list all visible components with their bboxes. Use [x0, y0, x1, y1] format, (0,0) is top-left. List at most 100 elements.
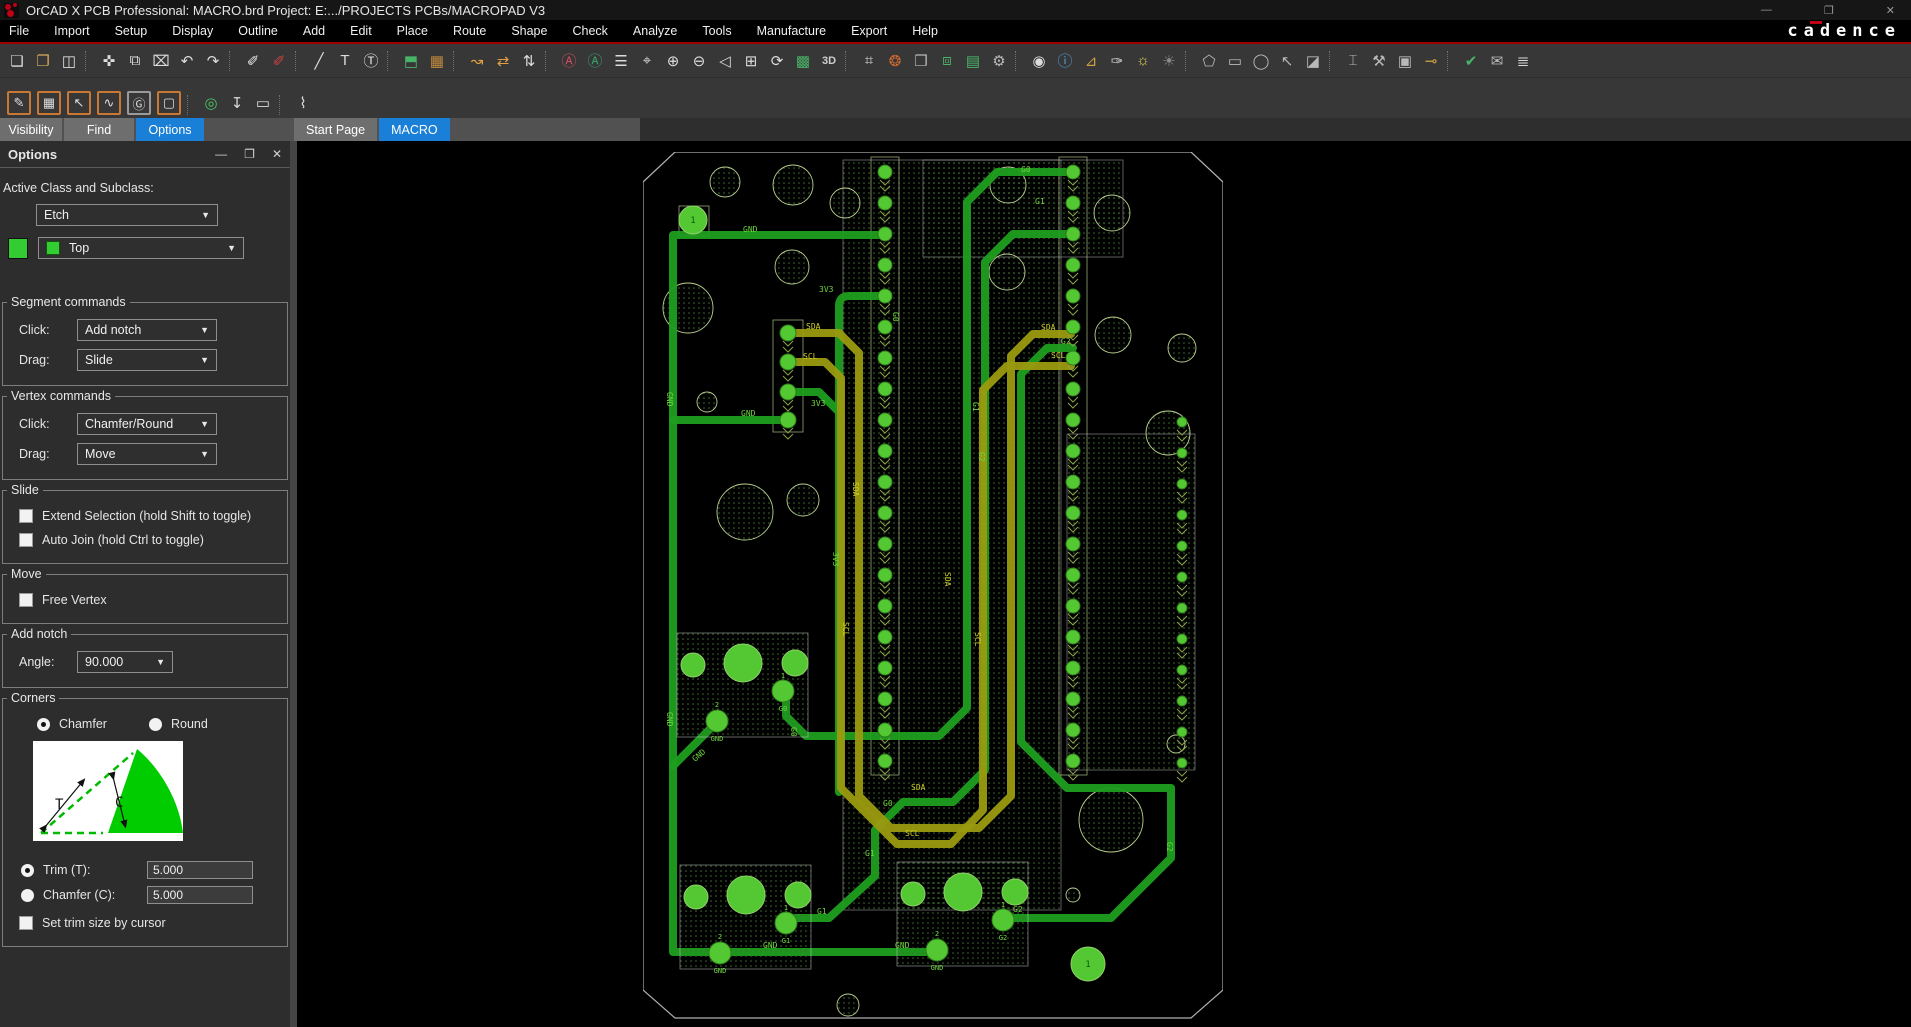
design-info-icon[interactable]: ⓘ	[1052, 49, 1078, 73]
route-connect-icon[interactable]: ↝	[464, 49, 490, 73]
ruler-icon[interactable]: ▭	[250, 91, 276, 115]
extend-selection-checkbox[interactable]	[19, 509, 33, 523]
zoom-out-icon[interactable]: ⊖	[686, 49, 712, 73]
net-list-icon[interactable]: ☰	[608, 49, 634, 73]
tab-macro[interactable]: MACRO	[379, 118, 450, 141]
panel-minimize-icon[interactable]: —	[215, 147, 227, 161]
design-canvas[interactable]: 111G02GND1G12GND1G22GNDGNDGNDGNDGNDGNDGN…	[297, 141, 1911, 1027]
segment-drag-dropdown[interactable]: Slide▼	[77, 349, 217, 371]
artwork-icon[interactable]: ✑	[1104, 49, 1130, 73]
add-line-icon[interactable]: ╱	[306, 49, 332, 73]
undo-icon[interactable]: ↶	[174, 49, 200, 73]
menu-item-setup[interactable]: Setup	[115, 24, 148, 38]
menu-item-check[interactable]: Check	[572, 24, 607, 38]
signal-probe-icon[interactable]: ∿	[97, 91, 121, 115]
menu-item-place[interactable]: Place	[397, 24, 428, 38]
board-2d-icon[interactable]: ▩	[790, 49, 816, 73]
redo-icon[interactable]: ↷	[200, 49, 226, 73]
gerber-edit-icon[interactable]: Ⓖ	[127, 91, 151, 115]
reports-icon[interactable]: ▤	[960, 49, 986, 73]
zoom-point-icon[interactable]: ⌖	[634, 49, 660, 73]
notes-icon[interactable]: ≣	[1510, 49, 1536, 73]
place-component-icon[interactable]: ⬒	[398, 49, 424, 73]
free-vertex-checkbox[interactable]	[19, 593, 33, 607]
open-folder-icon[interactable]: ❐	[30, 49, 56, 73]
move-icon[interactable]: ✜	[96, 49, 122, 73]
copy-icon[interactable]: ⧉	[122, 49, 148, 73]
delete-icon[interactable]: ⌧	[148, 49, 174, 73]
tab-find[interactable]: Find	[64, 118, 134, 141]
menu-item-outline[interactable]: Outline	[238, 24, 278, 38]
route-bus-icon[interactable]: ⇄	[490, 49, 516, 73]
zoom-previous-icon[interactable]: ◁	[712, 49, 738, 73]
chamfer-size-radio[interactable]	[21, 889, 34, 902]
pin-tools-icon[interactable]: ⚒	[1366, 49, 1392, 73]
visibility-eye-icon[interactable]: ◉	[1026, 49, 1052, 73]
shape-edit-icon[interactable]: ◪	[1300, 49, 1326, 73]
zoom-in-icon[interactable]: ⊕	[660, 49, 686, 73]
shape-rect-icon[interactable]: ▭	[1222, 49, 1248, 73]
testprep-icon[interactable]: ⊸	[1418, 49, 1444, 73]
color-dialog-icon[interactable]: ❂	[882, 49, 908, 73]
subclass-dropdown[interactable]: Top ▼	[38, 237, 244, 259]
descend-icon[interactable]: ↧	[224, 91, 250, 115]
menu-item-tools[interactable]: Tools	[702, 24, 731, 38]
layer-color-swatch[interactable]	[8, 238, 28, 259]
menu-item-shape[interactable]: Shape	[511, 24, 547, 38]
dehighlight-icon[interactable]: ✐	[266, 49, 292, 73]
fanout-icon[interactable]: ⌇	[290, 91, 316, 115]
placement-mode-icon[interactable]: ▦	[37, 91, 61, 115]
tab-options[interactable]: Options	[136, 118, 204, 141]
menu-item-help[interactable]: Help	[912, 24, 938, 38]
shape-select-icon[interactable]: ↖	[1274, 49, 1300, 73]
panel-float-icon[interactable]: ❐	[244, 147, 255, 161]
chamfer-input[interactable]: 5.000	[147, 886, 253, 904]
design-params-icon[interactable]: ✎	[7, 91, 31, 115]
snapshot-icon[interactable]: ▣	[1392, 49, 1418, 73]
menu-item-manufacture[interactable]: Manufacture	[757, 24, 826, 38]
close-icon[interactable]: ✕	[1886, 4, 1895, 17]
vertex-click-dropdown[interactable]: Chamfer/Round▼	[77, 413, 217, 435]
menu-item-route[interactable]: Route	[453, 24, 486, 38]
layer-stack-icon[interactable]: ⧈	[934, 49, 960, 73]
minimize-icon[interactable]: —	[1761, 4, 1772, 17]
rats-net-icon[interactable]: Ⓐ	[582, 49, 608, 73]
shine-on-icon[interactable]: ☼	[1130, 49, 1156, 73]
zoom-shape-icon[interactable]: ◎	[198, 91, 224, 115]
vertex-drag-dropdown[interactable]: Move▼	[77, 443, 217, 465]
menu-item-edit[interactable]: Edit	[350, 24, 372, 38]
round-radio[interactable]	[149, 718, 162, 731]
place-ic-icon[interactable]: ▦	[424, 49, 450, 73]
zoom-fit-icon[interactable]: ⊞	[738, 49, 764, 73]
trim-by-cursor-checkbox[interactable]	[19, 916, 33, 930]
grid-toggle-icon[interactable]: ⌗	[856, 49, 882, 73]
trim-radio[interactable]	[21, 864, 34, 877]
chamfer-radio[interactable]	[37, 718, 50, 731]
tab-start-page[interactable]: Start Page	[294, 118, 377, 141]
rats-all-icon[interactable]: Ⓐ	[556, 49, 582, 73]
menu-item-analyze[interactable]: Analyze	[633, 24, 677, 38]
segment-click-dropdown[interactable]: Add notch▼	[77, 319, 217, 341]
highlight-icon[interactable]: ✐	[240, 49, 266, 73]
add-text-icon[interactable]: T	[332, 49, 358, 73]
settings-icon[interactable]: ⚙	[986, 49, 1012, 73]
shape-mode-icon[interactable]: ▢	[157, 91, 181, 115]
pin-edit-icon[interactable]: ⌶	[1340, 49, 1366, 73]
menu-item-export[interactable]: Export	[851, 24, 887, 38]
measure-icon[interactable]: ⊿	[1078, 49, 1104, 73]
maximize-icon[interactable]: ❐	[1824, 4, 1834, 17]
menu-item-display[interactable]: Display	[172, 24, 213, 38]
copy-layer-icon[interactable]: ❒	[908, 49, 934, 73]
export-check-icon[interactable]: ✔	[1458, 49, 1484, 73]
export-mail-icon[interactable]: ✉	[1484, 49, 1510, 73]
panel-divider[interactable]	[290, 141, 297, 1027]
menu-item-add[interactable]: Add	[303, 24, 325, 38]
shine-off-icon[interactable]: ☀	[1156, 49, 1182, 73]
swap-layers-icon[interactable]: ⇅	[516, 49, 542, 73]
add-text-block-icon[interactable]: Ⓣ	[358, 49, 384, 73]
panel-close-icon[interactable]: ✕	[272, 147, 282, 161]
shape-polygon-icon[interactable]: ⬠	[1196, 49, 1222, 73]
auto-join-checkbox[interactable]	[19, 533, 33, 547]
redraw-icon[interactable]: ⟳	[764, 49, 790, 73]
class-dropdown[interactable]: Etch▼	[36, 204, 218, 226]
